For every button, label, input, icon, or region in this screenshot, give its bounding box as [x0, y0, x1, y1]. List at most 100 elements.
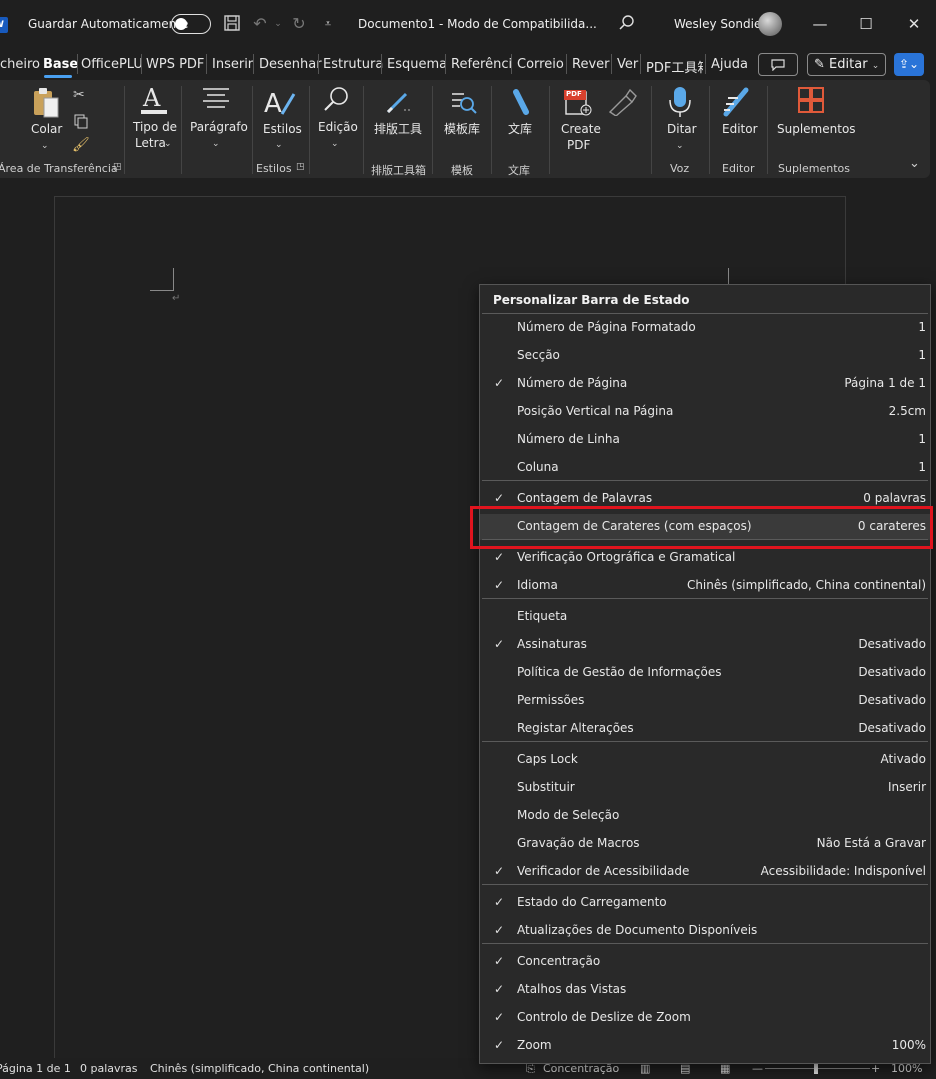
format-painter-icon[interactable]: 🖌 [72, 137, 90, 153]
tab-rever[interactable]: Rever [572, 57, 609, 72]
menu-item[interactable]: ✓ Zoom 100% [480, 1033, 930, 1059]
paragraph-button[interactable]: Parágrafo [190, 120, 248, 135]
menu-item-value: Página 1 de 1 [844, 376, 926, 390]
tab-base[interactable]: Base [43, 57, 78, 72]
share-button[interactable]: ⇪⌄ [894, 53, 924, 76]
tab-inserir[interactable]: Inserir [212, 57, 253, 72]
tab-ajuda[interactable]: Ajuda [711, 57, 748, 72]
sign-pdf-icon[interactable] [606, 86, 638, 119]
minimize-icon[interactable]: — [808, 12, 832, 36]
paste-icon[interactable] [32, 86, 60, 123]
menu-item[interactable]: ✓ Número de Página Página 1 de 1 [480, 371, 930, 397]
search-icon[interactable] [617, 14, 637, 34]
styles-icon[interactable]: A [262, 86, 296, 121]
library-icon[interactable] [510, 88, 532, 119]
undo-icon[interactable]: ↶ [250, 14, 270, 34]
checkmark-icon: ✓ [494, 376, 505, 390]
tab-esquema[interactable]: Esquema [387, 57, 447, 72]
menu-item[interactable]: ✓ Idioma Chinês (simplificado, China conti… [480, 573, 930, 599]
tab-pdf-tools[interactable]: PDF工具箱 [646, 57, 703, 76]
menu-item[interactable]: Coluna 1 [480, 455, 930, 481]
group-label-styles: Estilos [256, 162, 292, 175]
layout-tool-button[interactable]: 排版工具 [374, 122, 422, 137]
chevron-down-icon[interactable]: ⌄ [164, 137, 172, 152]
menu-item[interactable]: Número de Página Formatado 1 [480, 315, 930, 341]
menu-item[interactable]: Número de Linha 1 [480, 427, 930, 453]
comments-button[interactable] [758, 53, 798, 76]
autosave-toggle[interactable] [171, 14, 211, 34]
font-button-line2[interactable]: Letra [135, 136, 166, 151]
menu-item[interactable]: Gravação de Macros Não Está a Gravar [480, 831, 930, 857]
create-pdf-line2[interactable]: PDF [567, 138, 590, 153]
focus-icon[interactable]: ⎘ [526, 1062, 535, 1076]
maximize-icon[interactable]: ☐ [854, 12, 878, 36]
undo-dropdown-icon[interactable]: ⌄ [268, 14, 288, 34]
chevron-down-icon[interactable]: ⌄ [331, 137, 339, 152]
editing-mode-button[interactable]: ✎ Editar ⌄ [807, 53, 886, 76]
user-name[interactable]: Wesley Sondie [674, 17, 761, 31]
menu-item[interactable]: Substituir Inserir [480, 775, 930, 801]
template-library-icon[interactable] [448, 88, 478, 119]
menu-item[interactable]: Caps Lock Ativado [480, 747, 930, 773]
tab-ficheiro[interactable]: cheiro [0, 57, 40, 72]
menu-item[interactable]: Permissões Desativado [480, 688, 930, 714]
addins-icon[interactable] [797, 86, 825, 117]
tab-desenhar[interactable]: Desenhar [259, 57, 322, 72]
tab-wps-pdf[interactable]: WPS PDF [146, 57, 204, 72]
font-button-line1[interactable]: Tipo de [133, 120, 177, 135]
menu-item[interactable]: Política de Gestão de Informações Desativ… [480, 660, 930, 686]
menu-item[interactable]: ✓ Concentração [480, 949, 930, 975]
tab-officeplu[interactable]: OfficePLU [81, 57, 143, 72]
font-icon[interactable]: A [139, 84, 169, 119]
status-word-count[interactable]: 0 palavras [80, 1062, 138, 1075]
library-button[interactable]: 文库 [508, 122, 532, 137]
chevron-down-icon[interactable]: ⌄ [212, 137, 220, 152]
status-page-number[interactable]: Página 1 de 1 [0, 1062, 71, 1075]
menu-item[interactable]: ✓ Estado do Carregamento [480, 890, 930, 916]
tab-correio[interactable]: Correio [517, 57, 564, 72]
chevron-down-icon[interactable]: ⌄ [41, 139, 49, 154]
save-icon[interactable] [222, 14, 242, 34]
tab-referencias[interactable]: Referênci [451, 57, 512, 72]
copy-icon[interactable] [73, 113, 89, 132]
menu-item[interactable]: ✓ Verificador de Acessibilidade Acessibili… [480, 859, 930, 885]
editing-button[interactable]: Edição [318, 120, 358, 135]
create-pdf-line1[interactable]: Create [561, 122, 601, 137]
paragraph-icon[interactable] [201, 87, 231, 112]
chevron-down-icon[interactable]: ⌄ [676, 139, 684, 154]
find-icon[interactable] [322, 85, 350, 116]
tab-ver[interactable]: Ver [617, 57, 638, 72]
close-icon[interactable]: ✕ [902, 12, 926, 36]
collapse-ribbon-icon[interactable]: ⌄ [909, 156, 920, 171]
menu-item[interactable]: Etiqueta [480, 604, 930, 630]
dialog-launcher-icon[interactable]: ◳ [296, 162, 305, 172]
menu-item[interactable]: Registar Alterações Desativado [480, 716, 930, 742]
zoom-slider-thumb[interactable] [814, 1063, 818, 1074]
status-language[interactable]: Chinês (simplificado, China continental) [150, 1062, 369, 1075]
menu-item[interactable]: Posição Vertical na Página 2.5cm [480, 399, 930, 425]
customize-qat-icon[interactable]: ⩡ [318, 14, 338, 34]
chevron-down-icon[interactable]: ⌄ [275, 138, 283, 153]
menu-item[interactable]: ✓ Assinaturas Desativado [480, 632, 930, 658]
cut-icon[interactable]: ✂ [73, 87, 85, 103]
dictate-button[interactable]: Ditar [667, 122, 697, 137]
menu-item[interactable]: Secção 1 [480, 343, 930, 369]
menu-item[interactable]: Modo de Seleção [480, 803, 930, 829]
menu-item[interactable]: ✓ Atalhos das Vistas [480, 977, 930, 1003]
styles-button[interactable]: Estilos [263, 122, 302, 137]
editor-icon[interactable] [722, 86, 754, 121]
editor-button[interactable]: Editor [722, 122, 758, 137]
redo-icon[interactable]: ↻ [289, 14, 309, 34]
template-library-button[interactable]: 模板库 [444, 122, 480, 137]
menu-item-label: Atualizações de Documento Disponíveis [517, 923, 758, 937]
menu-item[interactable]: ✓ Controlo de Deslize de Zoom [480, 1005, 930, 1031]
layout-tool-icon[interactable] [384, 88, 414, 119]
microphone-icon[interactable] [668, 86, 692, 121]
dialog-launcher-icon[interactable]: ◳ [113, 162, 122, 172]
addins-button[interactable]: Suplementos [777, 122, 856, 137]
create-pdf-icon[interactable]: PDF [564, 88, 594, 119]
menu-item[interactable]: ✓ Atualizações de Documento Disponíveis [480, 918, 930, 944]
paste-button[interactable]: Colar [31, 122, 62, 137]
tab-estrutura[interactable]: Estrutura [323, 57, 383, 72]
avatar[interactable] [758, 12, 782, 36]
